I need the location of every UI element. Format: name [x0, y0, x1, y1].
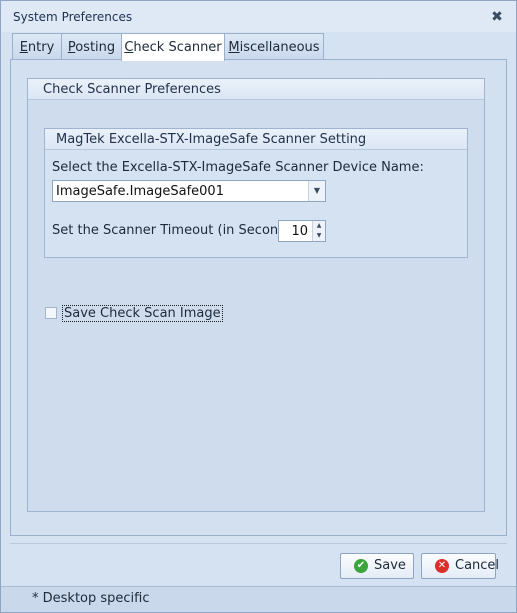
- status-text: * Desktop specific: [32, 591, 150, 606]
- tab-posting[interactable]: Posting: [61, 33, 122, 60]
- tab-miscellaneous-label: iscellaneous: [239, 40, 320, 55]
- scanner-setting-heading: MagTek Excella-STX-ImageSafe Scanner Set…: [45, 129, 467, 150]
- tab-check-scanner-label: heck Scanner: [133, 40, 222, 55]
- stepper-down-icon[interactable]: ▼: [313, 231, 325, 241]
- stepper-arrows: ▲ ▼: [312, 221, 325, 241]
- cancel-button-label: Cancel: [455, 558, 500, 573]
- chevron-down-icon[interactable]: ▼: [308, 181, 325, 201]
- tab-miscellaneous-mnemonic: M: [228, 40, 240, 55]
- tab-entry-label: ntry: [27, 40, 55, 55]
- tab-entry-mnemonic: E: [19, 40, 28, 55]
- check-scanner-tab-page: Check Scanner Preferences MagTek Excella…: [10, 59, 507, 536]
- title-bar: System Preferences ✖: [1, 1, 516, 32]
- tab-posting-label: osting: [75, 40, 116, 55]
- system-preferences-window: System Preferences ✖ Entry Posting Check…: [0, 0, 517, 613]
- cancel-button[interactable]: ✕ Cancel: [421, 553, 500, 579]
- scanner-setting-group: MagTek Excella-STX-ImageSafe Scanner Set…: [44, 128, 468, 258]
- tab-check-scanner[interactable]: Check Scanner: [121, 33, 225, 61]
- check-scanner-preferences-group: Check Scanner Preferences MagTek Excella…: [27, 78, 485, 512]
- scanner-timeout-stepper[interactable]: 10 ▲ ▼: [278, 220, 326, 242]
- save-button[interactable]: ✔ Save: [340, 553, 414, 579]
- tab-entry[interactable]: Entry: [12, 33, 62, 60]
- save-check-scan-image-label[interactable]: Save Check Scan Image: [62, 305, 223, 322]
- save-check-scan-image-checkbox[interactable]: [45, 307, 57, 319]
- window-title: System Preferences: [13, 10, 133, 24]
- tab-miscellaneous[interactable]: Miscellaneous: [224, 33, 324, 60]
- check-circle-icon: ✔: [354, 559, 368, 573]
- cancel-circle-icon: ✕: [435, 559, 449, 573]
- close-icon[interactable]: ✖: [490, 10, 504, 24]
- device-name-label: Select the Excella-STX-ImageSafe Scanner…: [52, 160, 424, 175]
- status-bar: * Desktop specific: [1, 586, 516, 612]
- device-name-select[interactable]: ImageSafe.ImageSafe001 ▼: [52, 180, 326, 202]
- divider: [10, 543, 507, 544]
- device-name-value: ImageSafe.ImageSafe001: [56, 184, 224, 199]
- save-button-label: Save: [374, 558, 406, 573]
- stepper-up-icon[interactable]: ▲: [313, 221, 325, 231]
- check-scanner-preferences-heading: Check Scanner Preferences: [28, 79, 484, 100]
- scanner-timeout-value: 10: [291, 224, 308, 239]
- scanner-timeout-label: Set the Scanner Timeout (in Seconds):: [52, 223, 303, 238]
